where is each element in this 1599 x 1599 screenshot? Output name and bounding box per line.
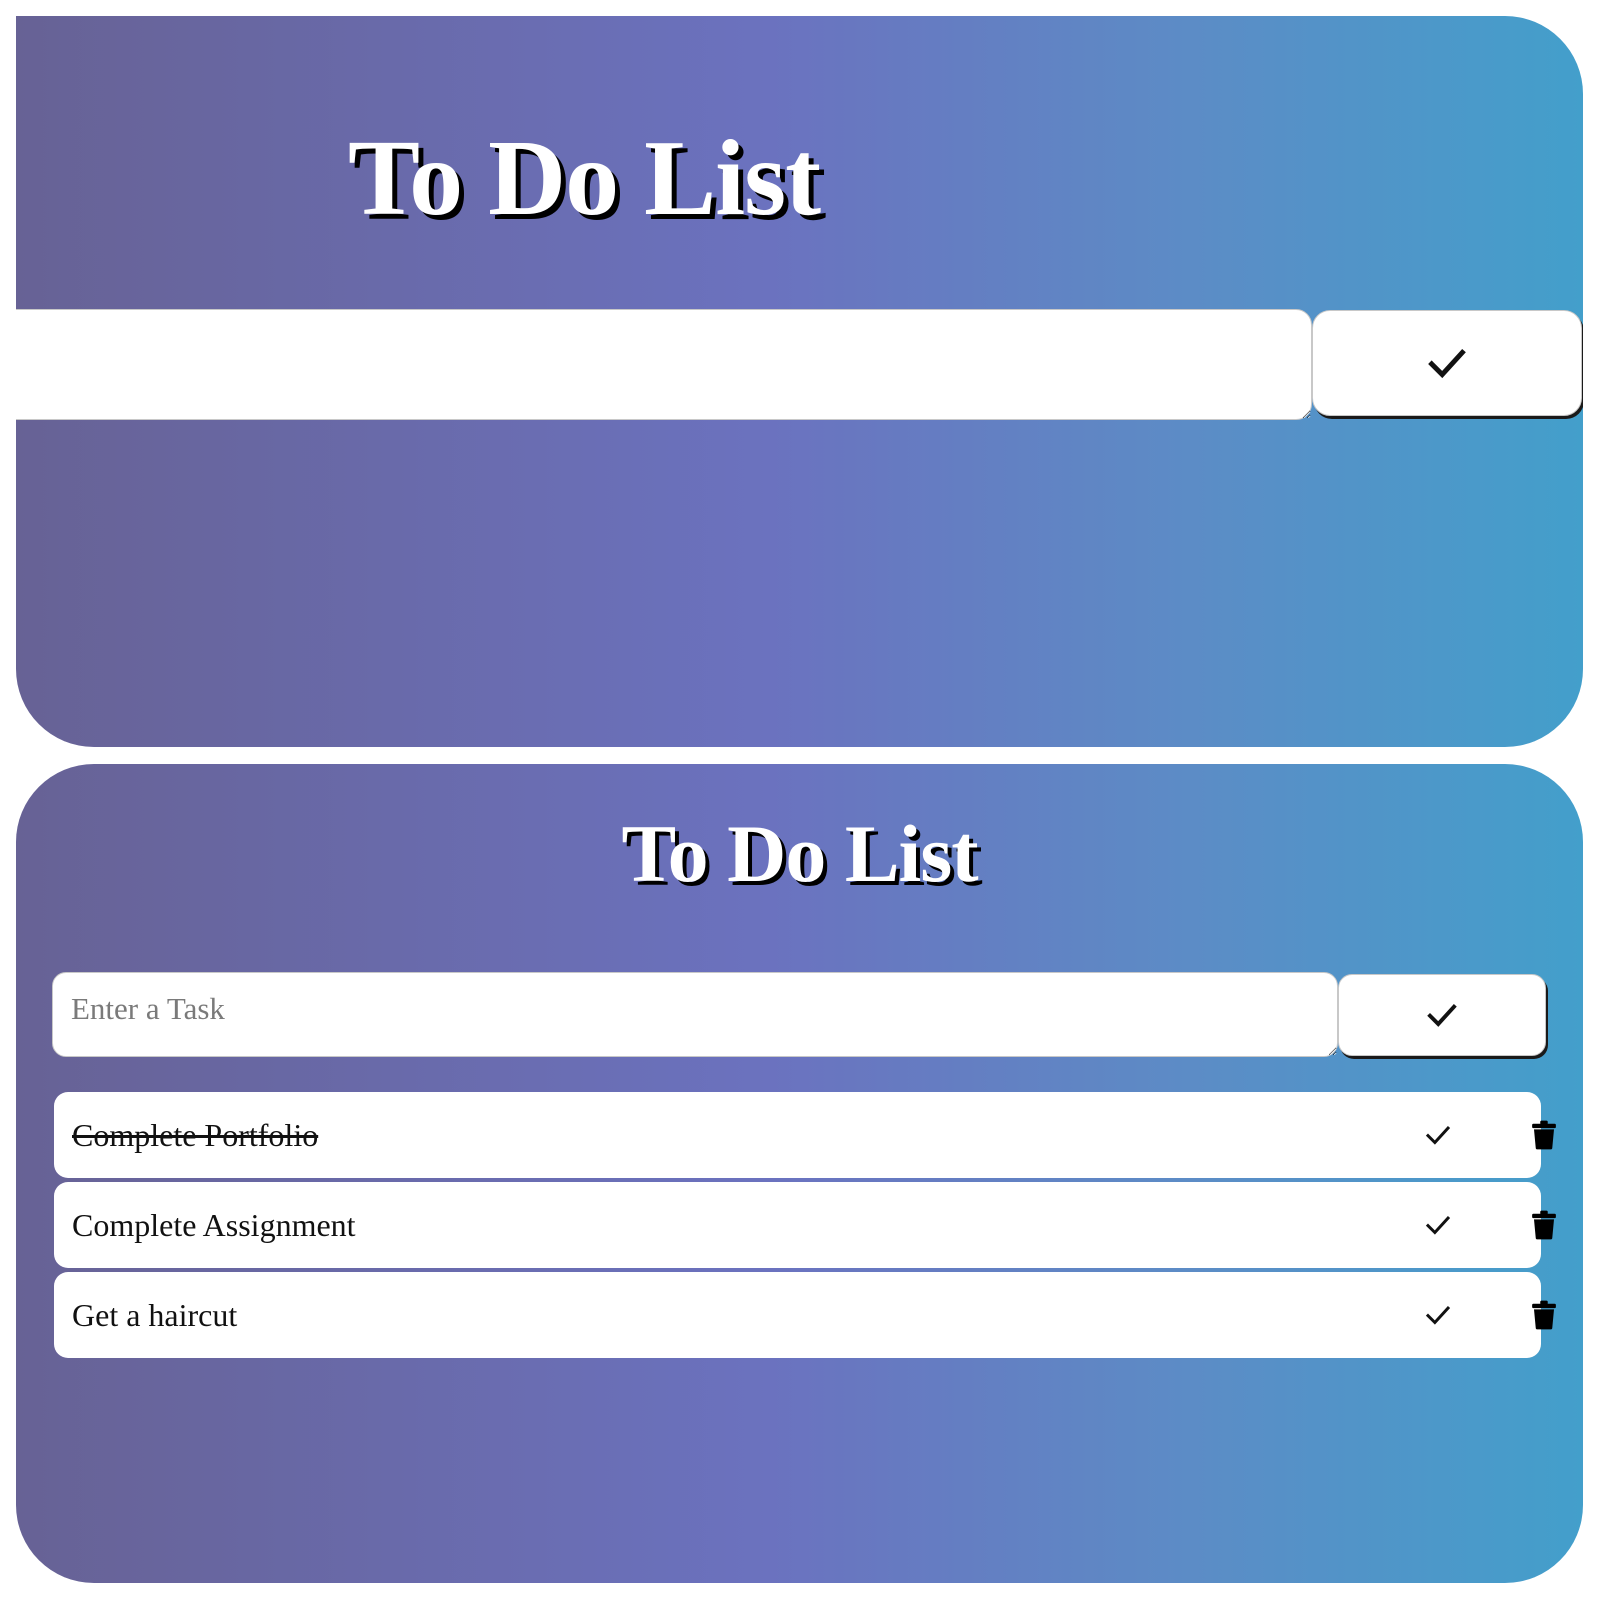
task-text: Get a haircut (72, 1296, 238, 1333)
delete-task-button[interactable] (1521, 1202, 1567, 1248)
trash-icon (1532, 1120, 1556, 1150)
task-input[interactable] (52, 972, 1338, 1057)
complete-task-button[interactable] (1415, 1202, 1461, 1248)
delete-task-button[interactable] (1521, 1292, 1567, 1338)
check-icon (1427, 1003, 1457, 1027)
todo-panel-with-tasks: To Do List Complete Portfolio Compl (16, 764, 1583, 1583)
check-icon (1425, 1306, 1451, 1325)
task-list: Complete Portfolio Complete Assignment G… (54, 1092, 1556, 1362)
todo-panel-empty: To Do List (16, 16, 1583, 747)
task-text: Complete Portfolio (72, 1116, 319, 1153)
add-task-button[interactable] (1312, 310, 1582, 416)
complete-task-button[interactable] (1415, 1292, 1461, 1338)
page-title: To Do List (621, 808, 978, 899)
check-icon (1428, 348, 1466, 379)
add-task-button[interactable] (1338, 974, 1546, 1056)
complete-task-button[interactable] (1415, 1112, 1461, 1158)
task-input[interactable] (16, 309, 1312, 420)
task-item: Complete Assignment (54, 1182, 1556, 1268)
trash-icon (1532, 1300, 1556, 1330)
task-item: Get a haircut (54, 1272, 1556, 1358)
task-item: Complete Portfolio (54, 1092, 1556, 1178)
trash-icon (1532, 1210, 1556, 1240)
check-icon (1425, 1126, 1451, 1145)
page-title: To Do List (348, 119, 821, 238)
delete-task-button[interactable] (1521, 1112, 1567, 1158)
check-icon (1425, 1216, 1451, 1235)
task-text: Complete Assignment (72, 1206, 356, 1243)
